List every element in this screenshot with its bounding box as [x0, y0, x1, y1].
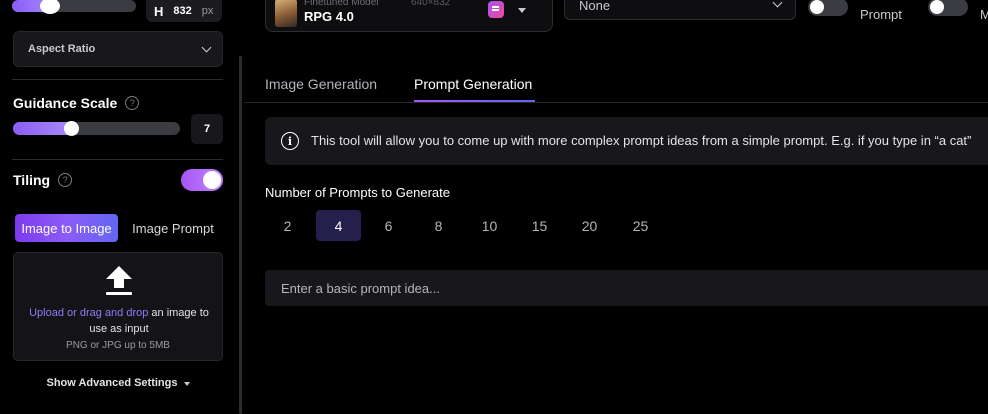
model-info-icon[interactable] — [488, 1, 504, 18]
tab-prompt-generation[interactable]: Prompt Generation — [414, 76, 532, 92]
upload-link[interactable]: Upload or drag and drop — [29, 307, 148, 319]
tab-image-generation[interactable]: Image Generation — [265, 76, 377, 92]
height-value: 832 — [173, 5, 192, 17]
prompt-count-option[interactable]: 10 — [467, 210, 512, 241]
image-to-image-tab[interactable]: Image to Image — [15, 214, 118, 242]
upload-instructions: Upload or drag and drop an image to use … — [22, 305, 216, 337]
upload-format-hint: PNG or JPG up to 5MB — [66, 340, 170, 351]
model-dims: 640×832 — [411, 0, 451, 8]
height-unit: px — [201, 5, 214, 17]
prompt-count-option[interactable]: 2 — [265, 210, 310, 241]
prompt-count-label: Number of Prompts to Generate — [265, 185, 450, 200]
prompt-count-option[interactable]: 15 — [517, 210, 562, 241]
divider — [12, 159, 223, 160]
second-toggle-label: M — [980, 7, 988, 22]
prompt-count-option[interactable]: 4 — [316, 210, 361, 241]
guidance-scale-value[interactable]: 7 — [191, 114, 223, 144]
prompt-idea-input[interactable] — [265, 270, 988, 306]
help-icon[interactable]: ? — [125, 96, 140, 110]
caret-down-icon — [183, 382, 190, 386]
settings-sidebar: H 832 px Aspect Ratio Guidance Scale ? 7… — [0, 0, 236, 414]
image-upload-dropzone[interactable]: Upload or drag and drop an image to use … — [13, 252, 223, 361]
model-thumbnail — [275, 0, 297, 27]
height-input[interactable]: H 832 px — [146, 0, 222, 22]
upload-icon — [106, 266, 132, 295]
height-slider[interactable] — [12, 0, 136, 12]
chevron-down-icon — [201, 42, 212, 52]
prompt-toggle[interactable] — [808, 0, 848, 16]
second-toggle[interactable] — [928, 0, 968, 16]
model-name: RPG 4.0 — [304, 9, 354, 24]
image-prompt-tab[interactable]: Image Prompt — [124, 214, 222, 242]
tiling-label: Tiling — [13, 172, 51, 188]
guidance-scale-slider[interactable] — [13, 122, 180, 135]
info-icon: i — [281, 132, 299, 150]
prompt-toggle-label: Prompt — [860, 7, 902, 22]
active-tab-indicator — [414, 100, 535, 102]
chevron-down-icon — [772, 0, 783, 7]
caret-down-icon[interactable] — [518, 8, 526, 13]
prompt-count-option[interactable]: 8 — [416, 210, 461, 241]
tiling-label-row: Tiling ? — [13, 172, 73, 188]
guidance-scale-label-row: Guidance Scale ? — [13, 95, 140, 111]
aspect-ratio-label: Aspect Ratio — [28, 43, 96, 55]
divider — [12, 79, 223, 80]
tiling-toggle[interactable] — [181, 169, 223, 191]
guidance-scale-knob[interactable] — [64, 121, 79, 136]
model-selector[interactable]: Finetuned Model 640×832 RPG 4.0 — [265, 0, 553, 32]
prompt-count-option[interactable]: 20 — [567, 210, 612, 241]
prompt-count-option[interactable]: 25 — [618, 210, 663, 241]
aspect-ratio-dropdown[interactable]: Aspect Ratio — [13, 31, 223, 67]
preset-value: None — [579, 0, 611, 13]
preset-dropdown[interactable]: None — [564, 0, 796, 20]
info-text: This tool will allow you to come up with… — [311, 133, 972, 148]
info-banner: i This tool will allow you to come up wi… — [265, 117, 988, 165]
sidebar-scrollbar[interactable] — [239, 56, 242, 414]
show-advanced-settings-button[interactable]: Show Advanced Settings — [0, 377, 236, 389]
advanced-settings-label: Show Advanced Settings — [46, 377, 178, 389]
prompt-count-option[interactable]: 6 — [366, 210, 411, 241]
help-icon[interactable]: ? — [58, 173, 73, 187]
height-letter: H — [154, 3, 164, 19]
guidance-scale-label: Guidance Scale — [13, 95, 118, 111]
model-label: Finetuned Model — [304, 0, 379, 8]
tab-divider — [244, 102, 988, 103]
